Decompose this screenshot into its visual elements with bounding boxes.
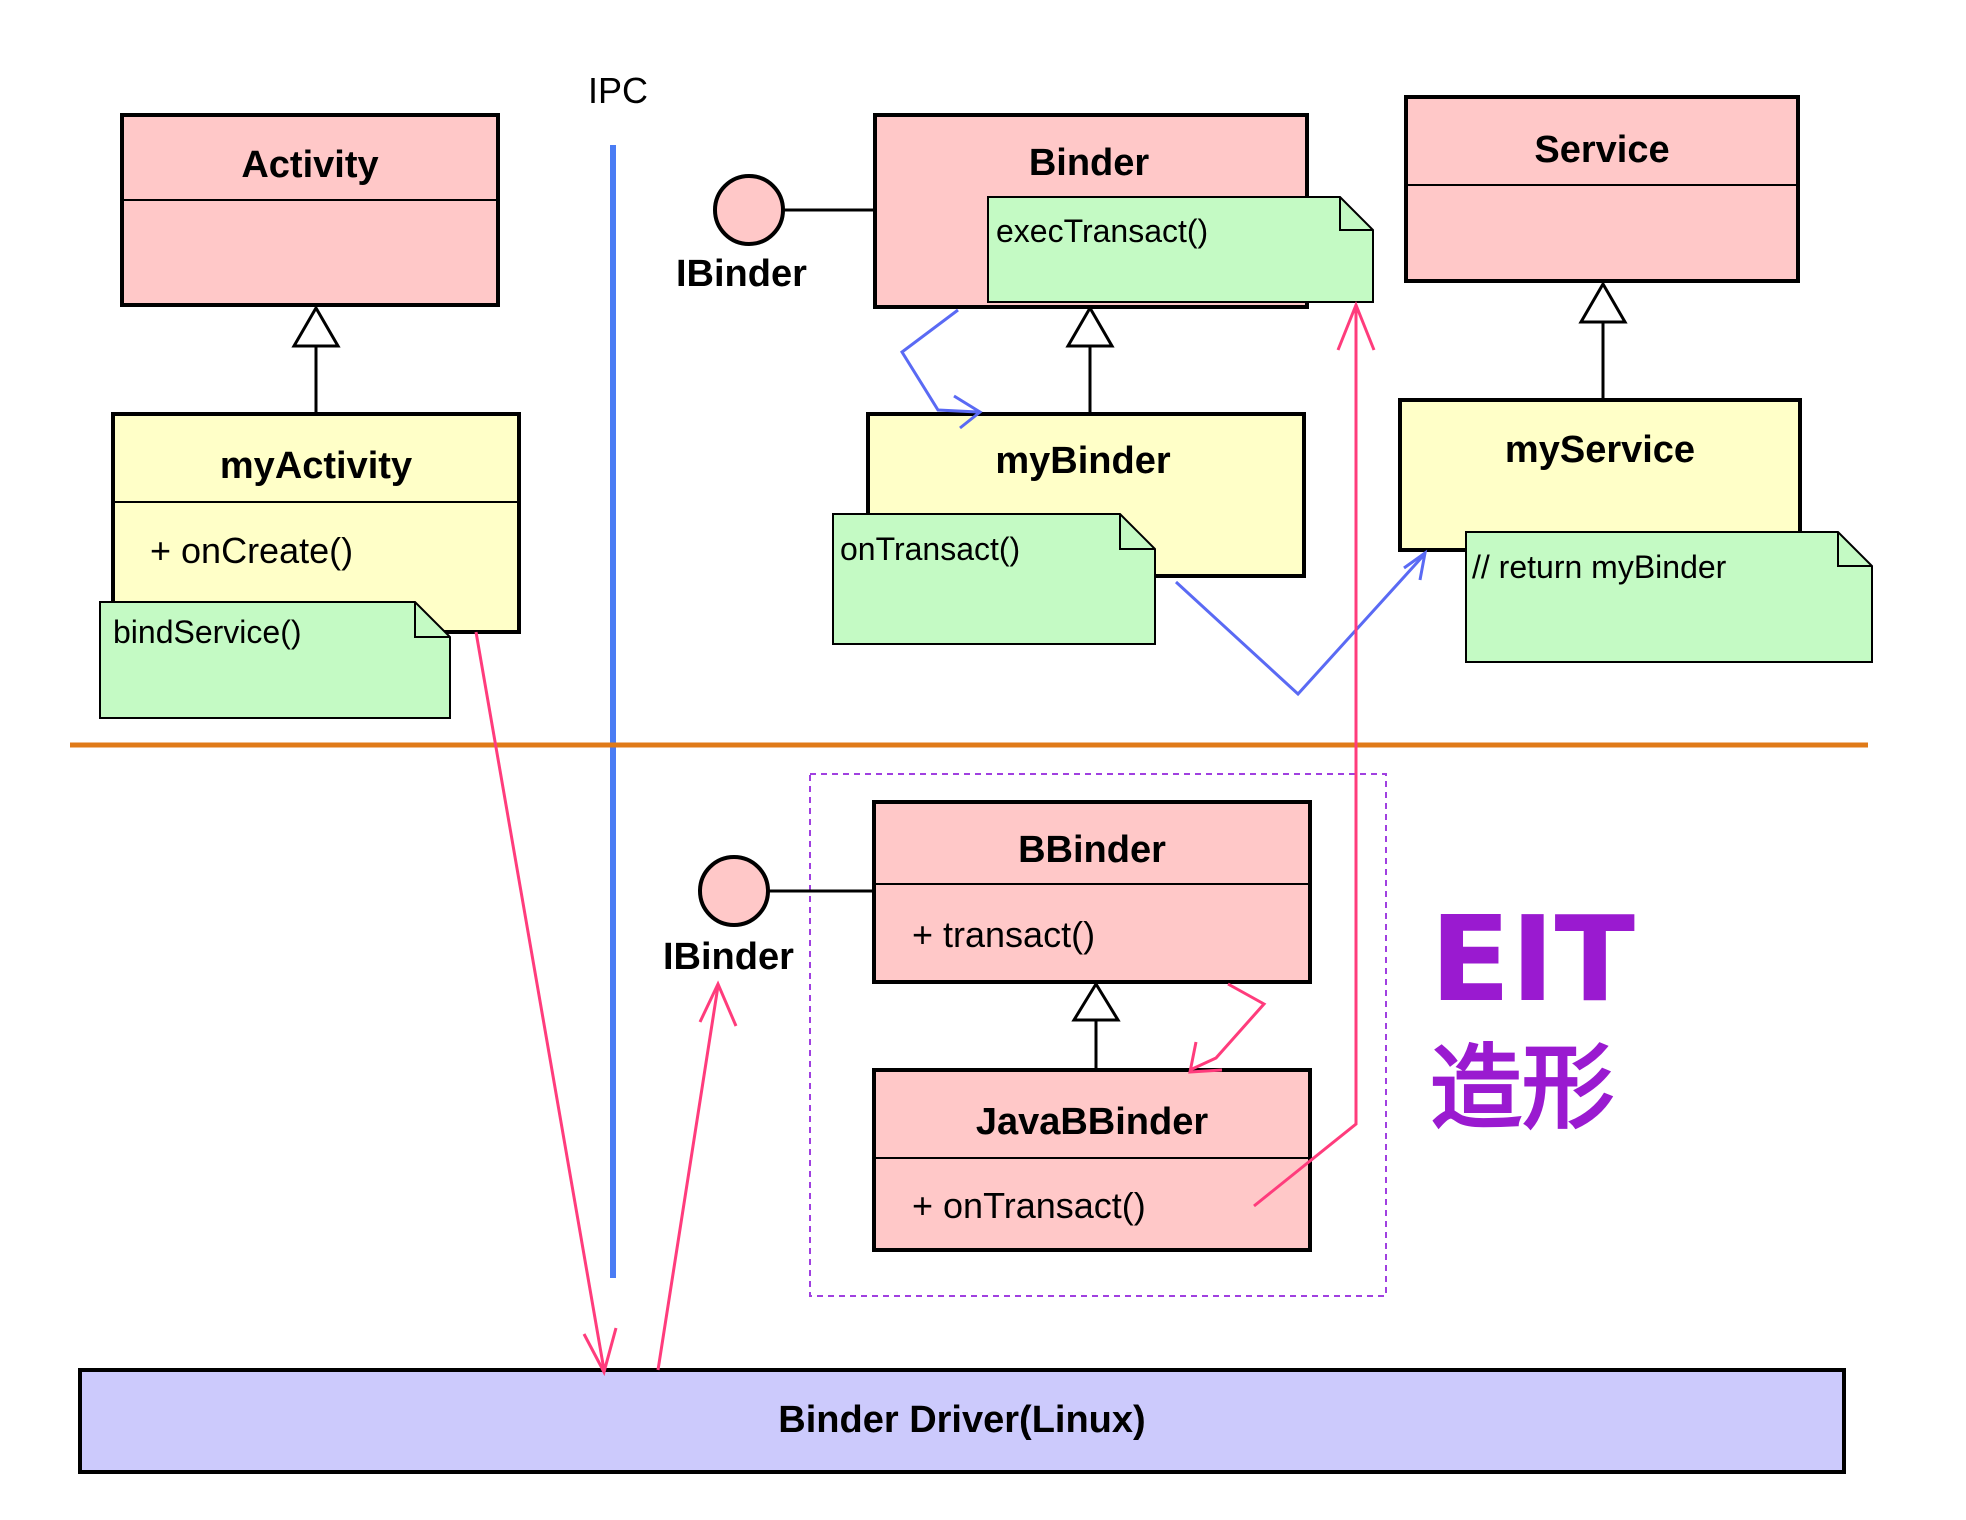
binder-inheritance-arrow — [1065, 305, 1115, 412]
binder-driver-label: Binder Driver(Linux) — [778, 1399, 1145, 1441]
bbinder-class-name: BBinder — [1018, 829, 1166, 871]
return-my-binder-note-text: // return myBinder — [1472, 549, 1727, 585]
bbinder-transact-method: + transact() — [912, 914, 1095, 955]
binder-class-name: Binder — [1029, 142, 1150, 184]
bind-service-note-text: bindService() — [113, 614, 302, 650]
bind-service-note: bindService() — [99, 601, 451, 719]
my-activity-oncreate-method: + onCreate() — [150, 530, 353, 571]
activity-class[interactable]: Activity — [120, 113, 500, 307]
exec-transact-note: execTransact() — [987, 196, 1374, 303]
bbinder-class[interactable]: BBinder + transact() — [872, 800, 1312, 984]
my-activity-class-name: myActivity — [220, 445, 412, 487]
my-service-class-name: myService — [1505, 429, 1695, 471]
java-bbinder-class[interactable]: JavaBBinder + onTransact() — [872, 1068, 1312, 1252]
service-class-name: Service — [1534, 129, 1669, 171]
activity-inheritance-arrow — [291, 305, 341, 412]
ipc-label: IPC — [588, 70, 648, 111]
my-activity-class[interactable]: myActivity + onCreate() — [111, 412, 521, 634]
service-class[interactable]: Service — [1404, 95, 1800, 283]
return-my-binder-note: // return myBinder — [1465, 531, 1873, 663]
binder-driver-bar[interactable]: Binder Driver(Linux) — [78, 1368, 1846, 1474]
on-transact-note: onTransact() — [832, 513, 1156, 645]
java-bbinder-ontransact-method: + onTransact() — [912, 1185, 1146, 1226]
my-service-class[interactable]: myService — [1398, 398, 1802, 552]
ibinder-interface-bottom: IBinder — [663, 855, 874, 978]
ibinder-label-bottom: IBinder — [663, 936, 794, 978]
activity-class-name: Activity — [241, 144, 378, 186]
bbinder-inheritance-arrow — [1071, 981, 1121, 1068]
binder-class-diagram: IPC Activity myActivity + onCreate() bin… — [70, 70, 1873, 1474]
eit-title: EIT — [1430, 890, 1635, 1028]
service-inheritance-arrow — [1578, 281, 1628, 400]
on-transact-note-text: onTransact() — [840, 531, 1020, 567]
pink-flow-driver-to-ibinder — [656, 980, 738, 1371]
exec-transact-note-text: execTransact() — [996, 213, 1208, 249]
java-bbinder-class-name: JavaBBinder — [976, 1101, 1209, 1143]
eit-subtitle: 造形 — [1430, 1035, 1614, 1142]
pink-flow-bbinder-to-javabbinder — [1188, 982, 1267, 1074]
ibinder-label-top: IBinder — [676, 253, 807, 295]
my-binder-class-name: myBinder — [995, 440, 1170, 482]
blue-flow-binder-to-mybinder — [900, 308, 983, 430]
ibinder-interface-top: IBinder — [676, 174, 875, 295]
